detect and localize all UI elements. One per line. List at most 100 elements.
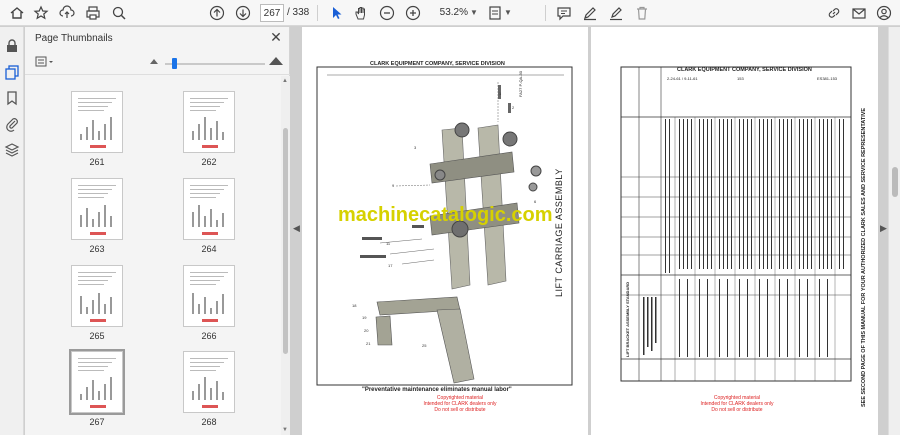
thumbnail-line [78, 197, 104, 198]
select-cursor-icon[interactable] [328, 4, 346, 22]
scroll-thumb[interactable] [892, 167, 898, 197]
attachment-icon[interactable] [3, 115, 21, 133]
page-thumbnail[interactable] [183, 265, 235, 327]
thumbnail-line [78, 362, 112, 363]
top-toolbar: / 338 53.2% ▼ ▼ [0, 0, 900, 26]
thumbnails-panel: Page Thumbnails ✕ 261 262 263 264 265 266 267 2… [25, 27, 290, 435]
scroll-thumb[interactable] [283, 128, 288, 354]
document-scrollbar[interactable] [888, 27, 900, 435]
close-icon[interactable]: ✕ [269, 29, 283, 46]
options-menu-icon[interactable] [35, 56, 57, 68]
prev-page-arrow-icon[interactable]: ◀ [293, 223, 300, 234]
upload-icon[interactable] [58, 4, 76, 22]
left-page-copyright: Copyrighted material Intended for CLARK … [410, 395, 510, 413]
page-down-icon[interactable] [234, 4, 252, 22]
delete-icon[interactable] [633, 4, 651, 22]
page-total: / 338 [287, 7, 310, 18]
thumbnail-page-number: 268 [201, 417, 217, 427]
fit-page-chevron-icon[interactable]: ▼ [504, 5, 512, 21]
print-icon[interactable] [84, 4, 102, 22]
thumbnail-mark [110, 117, 112, 140]
thumbnail-mark [98, 212, 100, 227]
thumbnail-page-number: 263 [89, 244, 105, 254]
thumbnail-mark [110, 297, 112, 314]
thumbnail-line [190, 98, 228, 99]
page-thumbnails-icon[interactable] [3, 63, 21, 81]
bookmark-star-icon[interactable] [32, 4, 50, 22]
bookmark-icon[interactable] [3, 89, 21, 107]
thumbnail-mark [204, 216, 206, 227]
toolbar-divider [317, 5, 318, 21]
zoom-in-icon[interactable] [404, 4, 422, 22]
page-thumbnail[interactable] [183, 91, 235, 153]
page-thumbnail[interactable] [183, 351, 235, 413]
thumbnail-mark [198, 124, 200, 140]
zoom-search-icon[interactable] [110, 4, 128, 22]
page-thumbnail[interactable] [71, 91, 123, 153]
hand-icon[interactable] [352, 4, 370, 22]
document-view: ◀ ▶ 1 2 3 9 11 17 18 19 20 21 25 6 CLARK… [291, 27, 888, 435]
thumbnail-mark [222, 294, 224, 314]
thumbnail-mark [198, 384, 200, 400]
parts-table [620, 66, 852, 382]
exploded-diagram: 123 91117 181920 21 256 [316, 66, 573, 386]
page-thumbnail[interactable] [71, 265, 123, 327]
page-thumbnail[interactable] [71, 178, 123, 240]
right-page-date: 2-24-61 / 9-11-61 [667, 76, 698, 81]
left-rail [0, 27, 24, 435]
toolbar-divider [545, 5, 546, 21]
thumbnail-footer-mark [90, 405, 106, 408]
lock-icon[interactable] [3, 37, 21, 55]
link-icon[interactable] [825, 4, 843, 22]
svg-text:19: 19 [362, 315, 367, 320]
email-icon[interactable] [850, 4, 868, 22]
page-up-icon[interactable] [208, 4, 226, 22]
thumbnail-mark [98, 391, 100, 400]
pen-icon[interactable] [581, 4, 599, 22]
thumbnail-line [78, 98, 116, 99]
fit-page-icon[interactable] [486, 4, 504, 22]
thumbnail-mark [216, 220, 218, 227]
scroll-down-icon[interactable]: ▼ [282, 427, 288, 433]
left-page-side-code: FA27 P-QA-30 [518, 70, 523, 97]
thumbnail-footer-mark [202, 232, 218, 235]
page-thumbnail[interactable] [183, 178, 235, 240]
thumbnail-mark [80, 394, 82, 400]
thumbnail-line [78, 272, 116, 273]
page-thumbnail[interactable] [69, 349, 125, 415]
thumbnail-line [78, 106, 108, 107]
right-page-code: ES381-153 [817, 76, 838, 81]
svg-text:9: 9 [392, 183, 395, 188]
zoom-level-dropdown[interactable]: 53.2% [430, 5, 468, 21]
left-page-vertical-title: LIFT CARRIAGE ASSEMBLY [554, 168, 564, 297]
account-icon[interactable] [875, 4, 893, 22]
highlight-icon[interactable] [607, 4, 625, 22]
thumbnail-mark [210, 128, 212, 140]
comment-icon[interactable] [555, 4, 573, 22]
thumbnail-mark [204, 297, 206, 314]
home-icon[interactable] [8, 4, 26, 22]
thumbnail-mark [80, 134, 82, 140]
thumbnail-footer-mark [90, 319, 106, 322]
thumbnail-page-number: 266 [201, 331, 217, 341]
page-number-input[interactable] [260, 4, 284, 22]
next-page-arrow-icon[interactable]: ▶ [880, 223, 887, 234]
svg-text:3: 3 [414, 145, 417, 150]
thumbnail-mark [80, 215, 82, 227]
scroll-up-icon[interactable]: ▲ [282, 78, 288, 84]
zoom-out-icon[interactable] [378, 4, 396, 22]
layers-icon[interactable] [3, 141, 21, 159]
enlarge-thumbnails-icon[interactable] [269, 57, 283, 65]
thumbnail-scrollbar[interactable]: ▲ ▼ [281, 76, 290, 435]
chevron-down-icon[interactable]: ▼ [470, 5, 478, 21]
thumbnail-mark [222, 392, 224, 400]
slider-handle[interactable] [172, 58, 177, 69]
thumbnail-mark [210, 308, 212, 314]
shrink-thumbnails-icon[interactable] [150, 59, 158, 64]
thumbnail-size-slider[interactable] [165, 63, 265, 65]
thumbnail-footer-mark [90, 145, 106, 148]
left-page-header: CLARK EQUIPMENT COMPANY, SERVICE DIVISIO… [370, 61, 505, 67]
svg-text:21: 21 [366, 341, 371, 346]
thumbnail-page-number: 261 [89, 157, 105, 167]
thumbnail-page-number: 265 [89, 331, 105, 341]
